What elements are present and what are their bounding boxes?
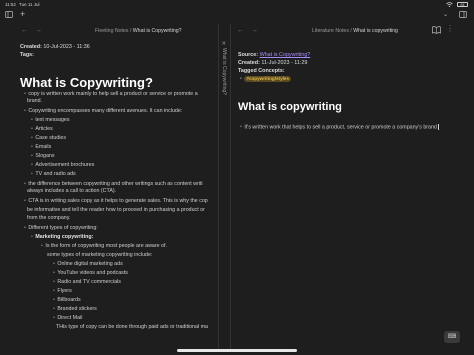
- list-item-cont: always includes a call to action (CTA).: [27, 188, 117, 194]
- list-item: some types of marketing copywriting incl…: [47, 252, 153, 258]
- created-value[interactable]: 10-Jul-2023 - 11:36: [43, 44, 89, 50]
- breadcrumb-folder[interactable]: Literature Notes: [312, 28, 349, 34]
- breadcrumb-note[interactable]: What is Copywriting?: [133, 28, 182, 34]
- collapsed-tab-strip[interactable]: ✕ What is Copywriting?: [218, 24, 230, 350]
- source-label: Source:: [238, 52, 259, 58]
- left-pane-header: ← → Fleeting Notes / What is Copywriting…: [0, 24, 218, 38]
- breadcrumb: Fleeting Notes / What is Copywriting?: [95, 28, 182, 34]
- created-property: Created: 10-Jul-2023 - 11:36: [20, 44, 90, 50]
- list-item: • TV and radio ads: [31, 171, 76, 177]
- created-label: Created:: [20, 44, 42, 50]
- keyboard-icon[interactable]: ⌨: [444, 331, 460, 343]
- list-item: • Articles: [31, 126, 53, 132]
- collapsed-tab-label[interactable]: What is Copywriting?: [221, 48, 227, 95]
- status-time: 11:52: [5, 1, 16, 7]
- chevron-down-icon[interactable]: ⌄: [443, 11, 448, 19]
- list-item[interactable]: • It's written work that helps to sell a …: [240, 124, 439, 130]
- book-icon[interactable]: [432, 26, 441, 36]
- list-item: • Radio and TV commercials: [53, 279, 121, 285]
- list-item: • CTA is in writing sales copy as it help…: [24, 198, 208, 204]
- list-item-cont: from the company.: [27, 215, 71, 221]
- pane-divider[interactable]: [230, 24, 231, 350]
- status-indicators: 84: [446, 1, 468, 8]
- list-item: • Advertisement brochures: [31, 162, 95, 168]
- tag-pill[interactable]: #copywriting/styles: [244, 76, 292, 82]
- top-toolbar: + ⌄: [0, 8, 474, 24]
- arrow-right-icon[interactable]: →: [35, 27, 42, 34]
- battery-icon: 84: [457, 2, 468, 7]
- list-item: • copy is written work mainly to help sel…: [24, 91, 198, 97]
- plus-icon[interactable]: +: [20, 9, 25, 18]
- list-item: • Emails: [31, 144, 52, 150]
- sidebar-icon[interactable]: [5, 11, 13, 20]
- list-item: • Direct Mail: [53, 315, 83, 321]
- more-icon[interactable]: ⋮: [446, 25, 454, 33]
- status-date: Tue 11 Jul: [19, 1, 40, 7]
- list-item: • Different types of copywriting:: [24, 225, 98, 231]
- list-item: • Branded stickers: [53, 306, 97, 312]
- breadcrumb: Literature Notes / What is copywriting: [312, 28, 398, 34]
- created-value[interactable]: 11-Jul-2023 - 11:29: [261, 60, 307, 66]
- tags-property: Tags:: [20, 52, 34, 58]
- tag-item: • #copywriting/styles: [240, 76, 292, 83]
- note-heading: What is copywriting: [238, 101, 342, 113]
- source-link[interactable]: What is Copywriting?: [260, 52, 311, 58]
- tagged-concepts-label: Tagged Concepts:: [238, 68, 285, 74]
- list-item: • Is the form of copywriting most people …: [41, 243, 167, 249]
- tagged-concepts-property: Tagged Concepts:: [238, 68, 285, 74]
- list-item: • Case studies: [31, 135, 66, 141]
- status-bar: 11:52 Tue 11 Jul 84: [0, 0, 474, 8]
- created-property: Created: 11-Jul-2023 - 11:29: [238, 60, 307, 66]
- arrow-right-icon[interactable]: →: [251, 27, 258, 34]
- home-indicator[interactable]: [177, 349, 297, 352]
- list-item: THis type of copy can be done through pa…: [56, 324, 208, 330]
- sidebar-right-icon[interactable]: [459, 11, 467, 20]
- right-pane-header: ← → Literature Notes / What is copywriti…: [231, 24, 474, 38]
- list-item: • Slogans: [31, 153, 55, 159]
- list-item: • Marketing copywriting:: [31, 234, 94, 240]
- list-item: • Copywriting encompasses many different …: [24, 108, 183, 114]
- close-icon[interactable]: ✕: [222, 41, 227, 47]
- created-label: Created:: [238, 60, 260, 66]
- note-heading: What is Copywriting?: [20, 75, 153, 90]
- list-item: • Flyers: [53, 288, 72, 294]
- breadcrumb-note[interactable]: What is copywriting: [353, 28, 398, 34]
- list-item: • YouTube videos and podcasts: [53, 270, 128, 276]
- source-property: Source: What is Copywriting?: [238, 52, 310, 58]
- list-item: • text messages: [31, 117, 70, 123]
- arrow-left-icon[interactable]: ←: [21, 27, 28, 34]
- list-item-cont: brand.: [27, 98, 43, 104]
- list-item: • Billboards: [53, 297, 81, 303]
- list-item: • Online digital marketing ads: [53, 261, 123, 267]
- text-cursor: [437, 124, 439, 130]
- tags-label: Tags:: [20, 52, 34, 58]
- list-item: • the difference between copywriting and …: [24, 181, 203, 187]
- arrow-left-icon[interactable]: ←: [237, 27, 244, 34]
- breadcrumb-folder[interactable]: Fleeting Notes: [95, 28, 128, 34]
- list-item-cont: be informative and tell the reader how t…: [27, 207, 205, 213]
- wifi-icon: [446, 1, 453, 8]
